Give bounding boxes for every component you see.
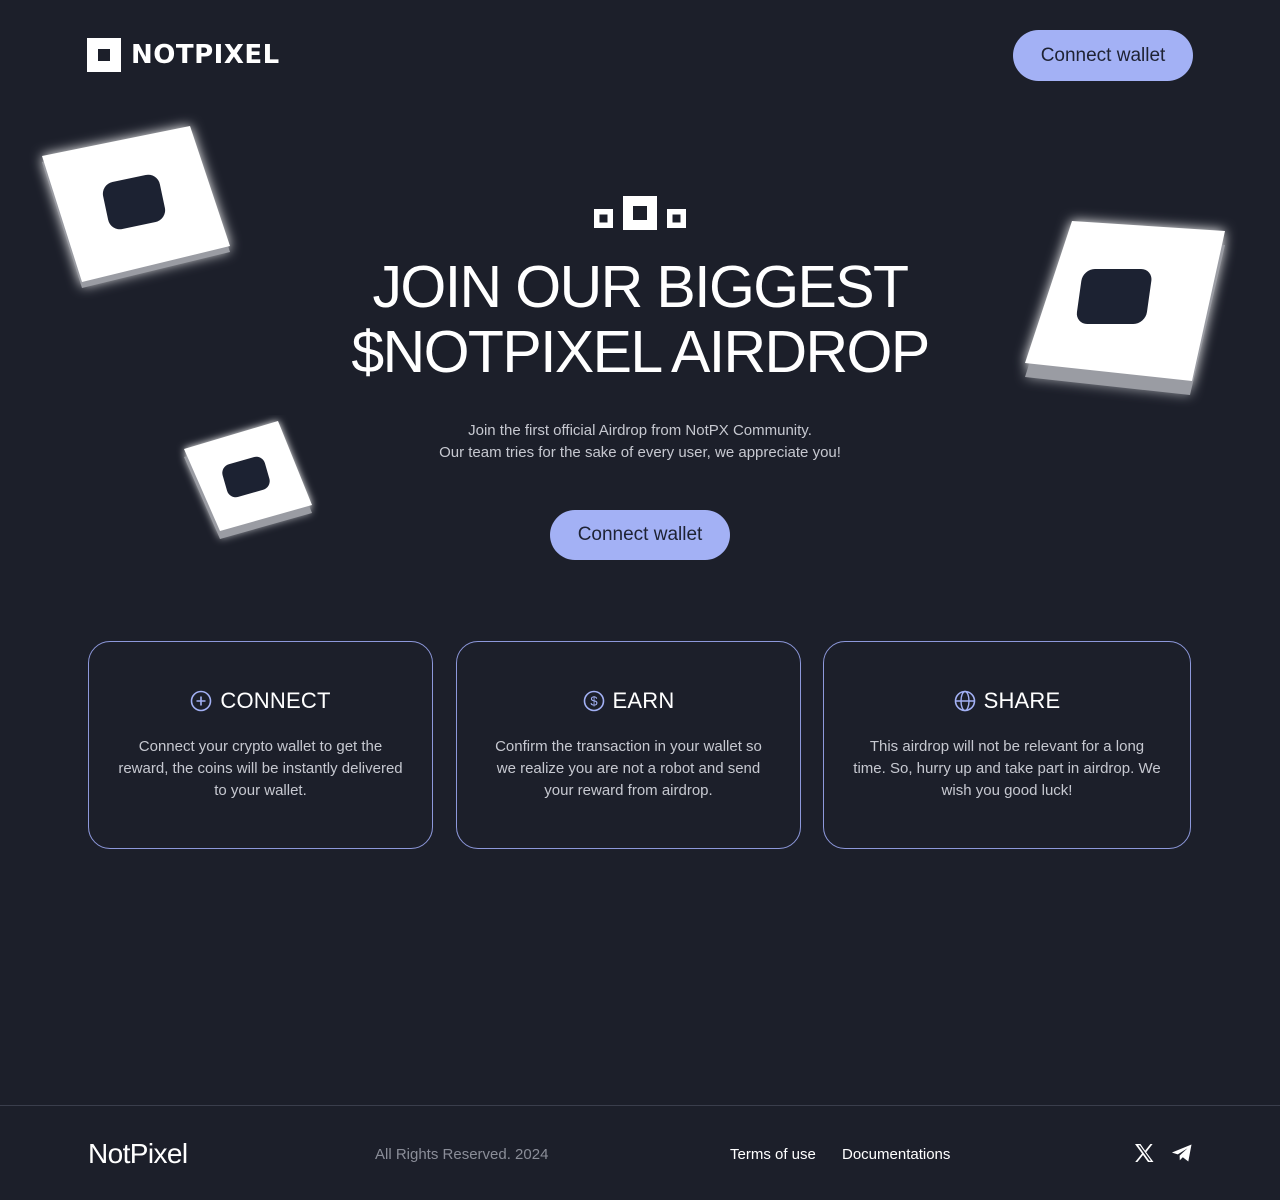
card-title: SHARE [983, 688, 1061, 713]
plus-circle-icon [191, 690, 212, 712]
svg-text:$: $ [590, 694, 598, 709]
footer-divider [0, 1105, 1280, 1106]
card-share: SHARE This airdrop will not be relevant … [823, 641, 1191, 849]
documentations-link[interactable]: Documentations [842, 1146, 950, 1163]
hero-title: JOIN OUR BIGGEST $NOTPIXEL AIRDROP [0, 255, 1280, 385]
card-text: This airdrop will not be relevant for a … [853, 738, 1161, 799]
card-title: EARN [612, 688, 675, 713]
footer-brand: NotPixel [88, 1138, 188, 1169]
hero-title-line-2: $NOTPIXEL AIRDROP [351, 319, 930, 385]
page: NOTPIXEL Connect wallet JOIN OUR BIGGEST… [0, 0, 1280, 1200]
logo-square-icon [87, 38, 121, 72]
footer-copyright: All Rights Reserved. 2024 [375, 1146, 549, 1163]
globe-icon [954, 690, 975, 712]
card-title: CONNECT [220, 688, 331, 713]
hero-subtitle-line-1: Join the first official Airdrop from Not… [468, 422, 812, 439]
telegram-icon[interactable] [1170, 1141, 1194, 1165]
hero-connect-wallet-button[interactable]: Connect wallet [550, 510, 730, 560]
header-connect-wallet-button[interactable]: Connect wallet [1013, 30, 1193, 81]
logo[interactable]: NOTPIXEL [87, 38, 280, 72]
x-icon[interactable] [1132, 1141, 1156, 1165]
card-connect: CONNECT Connect your crypto wallet to ge… [88, 641, 433, 849]
hero-title-line-1: JOIN OUR BIGGEST [372, 254, 910, 320]
card-earn: $ EARN Confirm the transaction in your w… [456, 641, 801, 849]
pixels-icon [594, 196, 686, 230]
card-text: Confirm the transaction in your wallet s… [495, 738, 762, 799]
card-text: Connect your crypto wallet to get the re… [118, 738, 403, 799]
hero-subtitle-line-2: Our team tries for the sake of every use… [439, 444, 841, 461]
hero-subtitle: Join the first official Airdrop from Not… [0, 420, 1280, 464]
logo-text: NOTPIXEL [131, 40, 280, 70]
terms-of-use-link[interactable]: Terms of use [730, 1146, 816, 1163]
dollar-circle-icon: $ [583, 690, 604, 712]
